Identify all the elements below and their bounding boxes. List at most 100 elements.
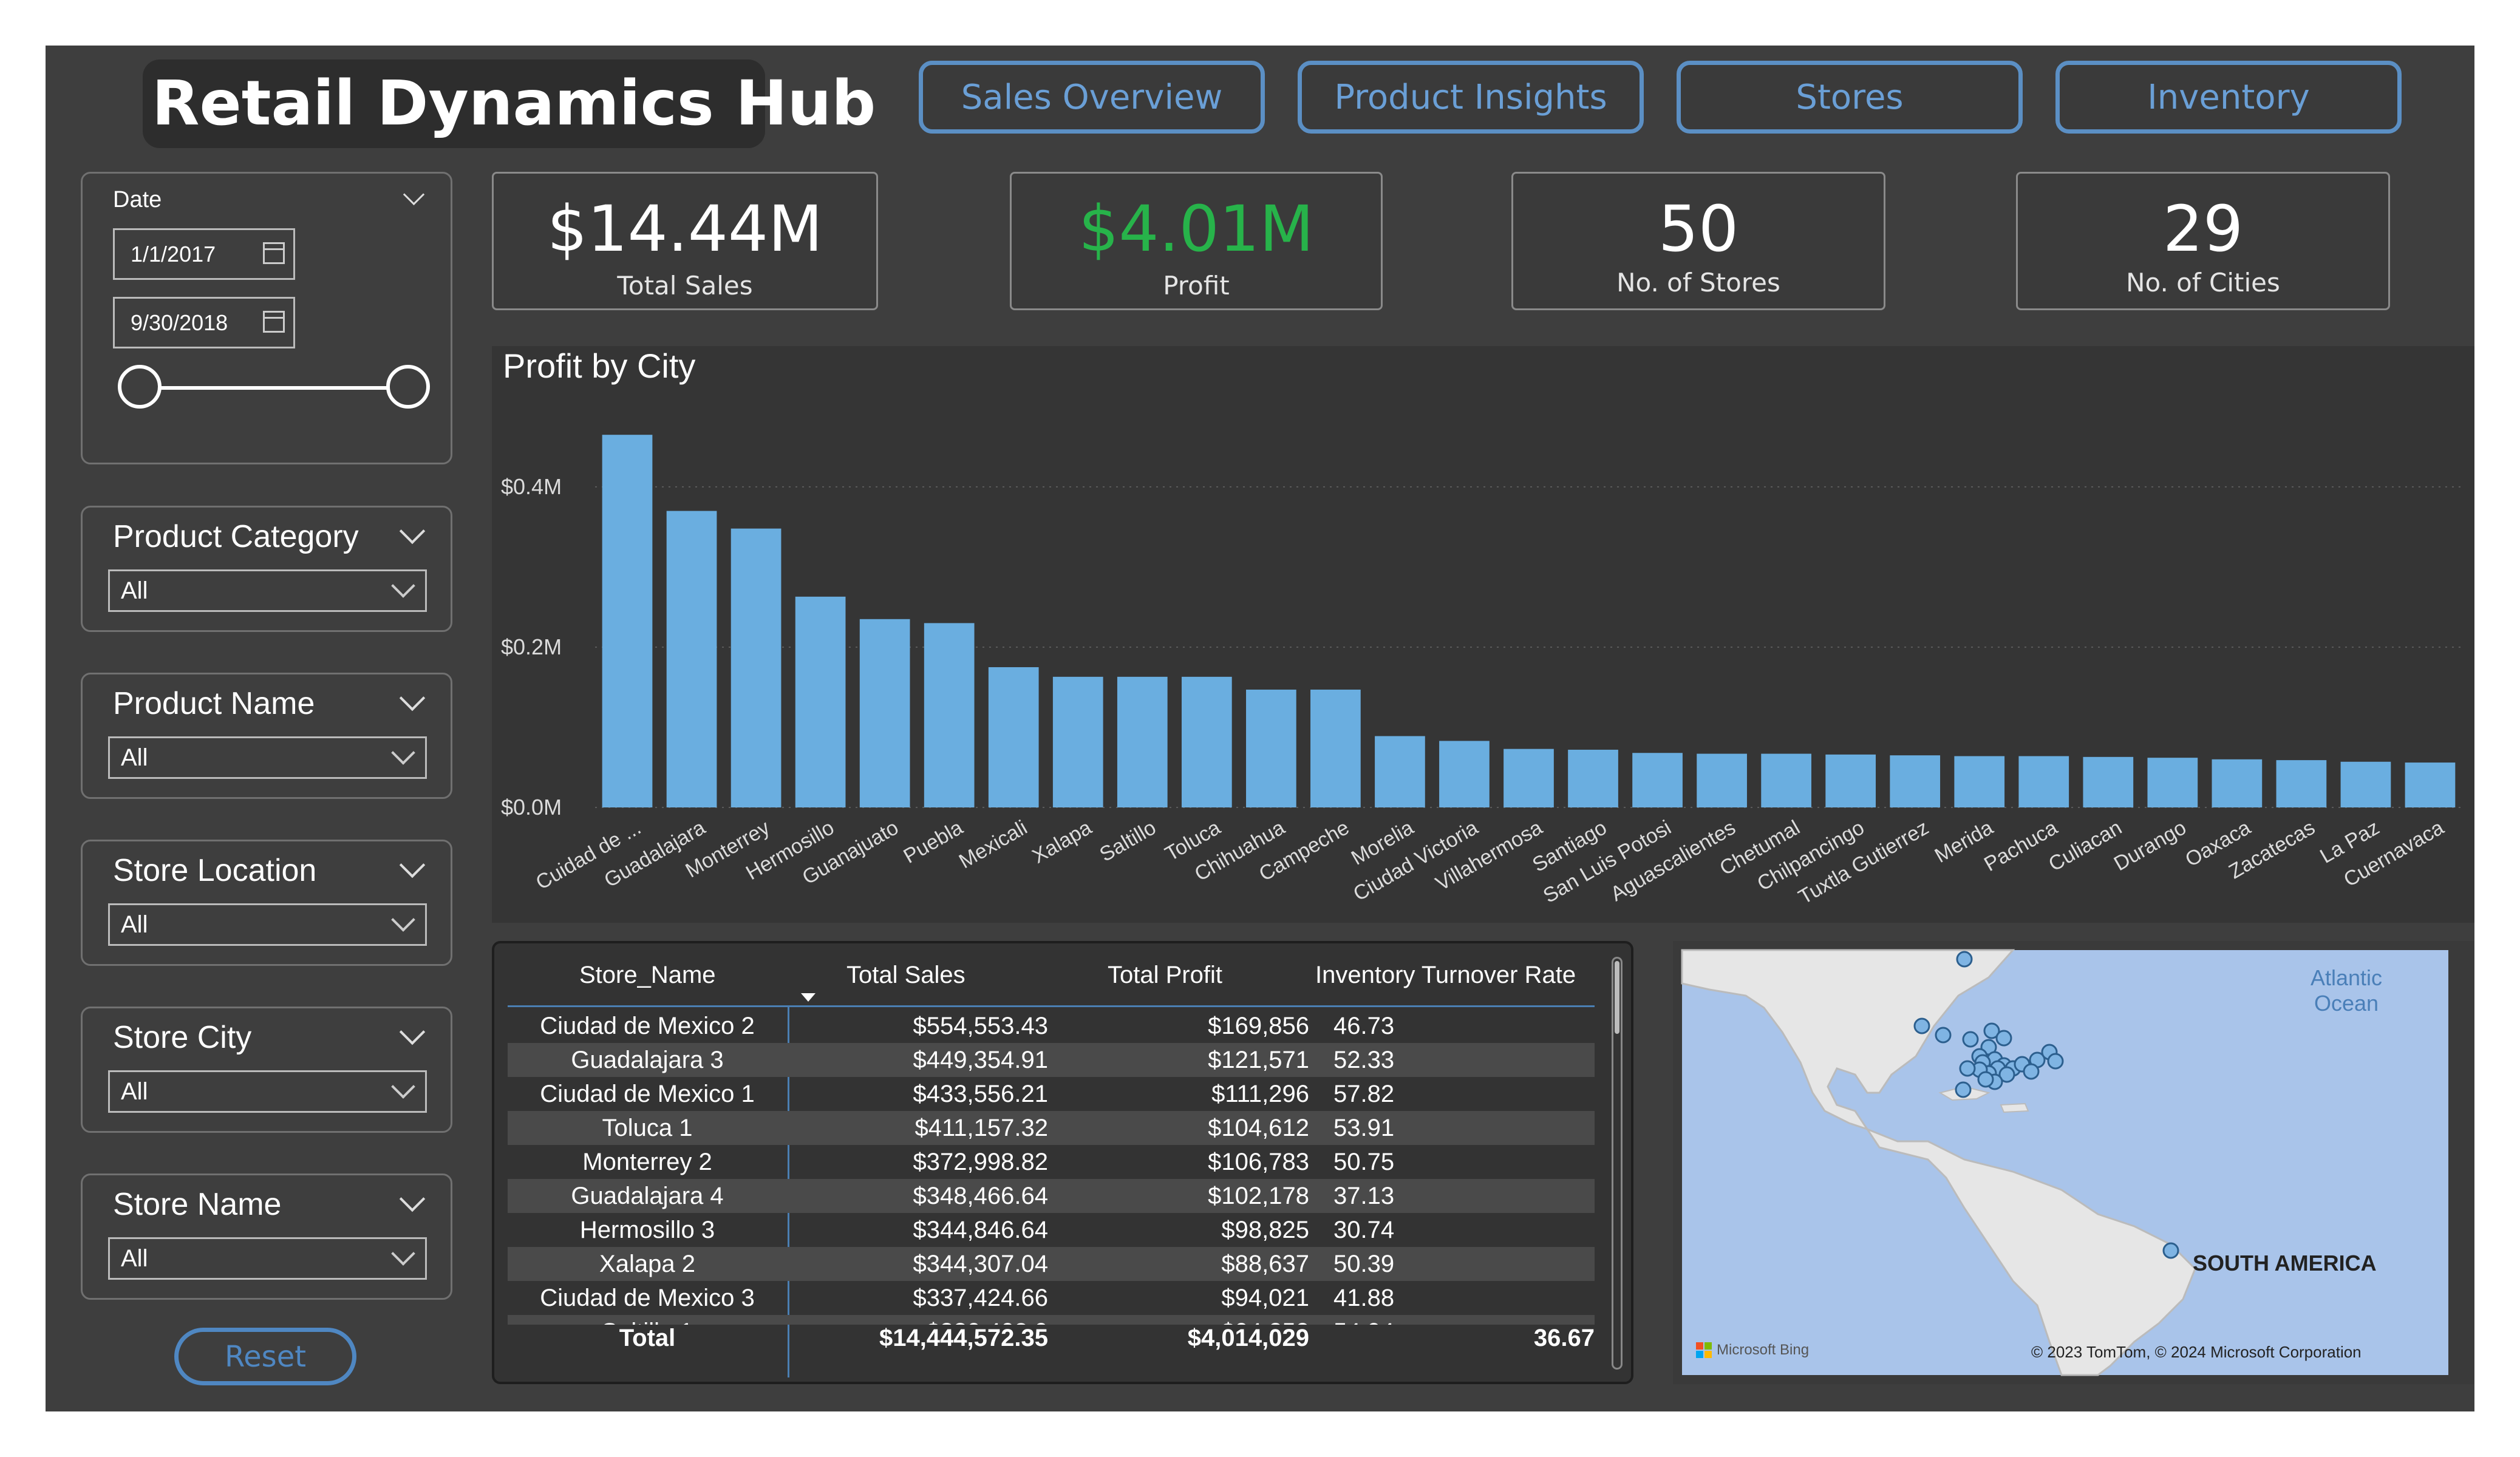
chevron-down-icon[interactable] [399, 685, 426, 712]
store-location-dropdown[interactable]: All [108, 903, 427, 946]
cell-total-profit: $111,296 [1211, 1081, 1309, 1107]
bar[interactable] [1503, 749, 1554, 807]
store-marker[interactable] [2047, 1053, 2064, 1070]
table-row[interactable]: Ciudad de Mexico 2 $554,553.43 $169,856 46.… [508, 1009, 1595, 1043]
table-row[interactable]: Toluca 1 $411,157.32 $104,612 53.91 [508, 1111, 1595, 1145]
kpi-cities-label: No. of Cities [2126, 268, 2280, 297]
store-map[interactable]: Atlantic Ocean SOUTH AMERICA Microsoft B… [1673, 941, 2474, 1384]
chevron-down-icon [391, 741, 415, 765]
date-start-input[interactable]: 1/1/2017 [113, 228, 295, 280]
sort-desc-icon[interactable] [801, 993, 816, 1002]
col-header-total-sales[interactable]: Total Sales [846, 962, 965, 989]
cell-total-profit: $121,571 [1208, 1047, 1309, 1073]
bar[interactable] [1310, 689, 1361, 807]
product-name-dropdown[interactable]: All [108, 736, 427, 779]
store-marker[interactable] [1955, 1081, 1972, 1098]
table-row[interactable]: Xalapa 2 $344,307.04 $88,637 50.39 [508, 1247, 1595, 1281]
bar[interactable] [2083, 756, 2134, 807]
bar[interactable] [1568, 749, 1618, 807]
bar[interactable] [2405, 762, 2456, 807]
store-marker[interactable] [1935, 1027, 1952, 1044]
nav-stores-button[interactable]: Stores [1677, 61, 2023, 134]
bar[interactable] [730, 528, 782, 807]
bar[interactable] [988, 667, 1039, 807]
total-label: Total [619, 1325, 676, 1351]
cell-store-name: Ciudad de Mexico 2 [540, 1013, 755, 1039]
chevron-down-icon[interactable] [399, 518, 426, 545]
bar[interactable] [1825, 754, 1876, 807]
bar[interactable] [2018, 756, 2069, 807]
date-end-input[interactable]: 9/30/2018 [113, 297, 295, 348]
store-marker[interactable] [1995, 1030, 2012, 1047]
nav-product-insights-button[interactable]: Product Insights [1298, 61, 1644, 134]
bar[interactable] [924, 623, 975, 807]
store-name-dropdown[interactable]: All [108, 1237, 427, 1280]
cell-total-profit: $102,178 [1208, 1183, 1309, 1209]
product-name-slicer: Product Name All [81, 673, 452, 799]
product-category-dropdown[interactable]: All [108, 569, 427, 612]
calendar-icon[interactable] [263, 311, 285, 333]
cell-total-profit: $94,021 [1221, 1285, 1309, 1311]
bar[interactable] [2340, 761, 2391, 807]
reset-button[interactable]: Reset [174, 1328, 356, 1385]
cell-store-name: Xalapa 2 [599, 1251, 695, 1277]
table-row[interactable]: Ciudad de Mexico 3 $337,424.66 $94,021 41.8… [508, 1281, 1595, 1315]
bar[interactable] [1890, 755, 1941, 807]
store-marker[interactable] [1956, 951, 1973, 968]
store-marker[interactable] [2023, 1063, 2040, 1080]
store-marker[interactable] [2162, 1242, 2179, 1259]
col-header-store-name[interactable]: Store_Name [579, 962, 716, 989]
table-row[interactable]: Monterrey 2 $372,998.82 $106,783 50.75 [508, 1145, 1595, 1179]
bar[interactable] [2212, 759, 2263, 807]
nav-sales-overview-button[interactable]: Sales Overview [919, 61, 1265, 134]
bar[interactable] [666, 511, 717, 807]
date-range-start-handle[interactable] [118, 365, 162, 409]
product-category-slicer: Product Category All [81, 506, 452, 632]
product-name-value: All [121, 744, 148, 771]
col-header-inventory-turnover[interactable]: Inventory Turnover Rate [1315, 962, 1576, 989]
cell-turnover-rate: 37.13 [1333, 1183, 1395, 1209]
chevron-down-icon[interactable] [399, 1186, 426, 1212]
chevron-down-icon[interactable] [399, 1019, 426, 1045]
bar[interactable] [1181, 676, 1232, 807]
bar[interactable] [795, 596, 846, 807]
date-range-end-handle[interactable] [386, 365, 430, 409]
store-city-dropdown[interactable]: All [108, 1070, 427, 1113]
bar[interactable] [1375, 736, 1425, 807]
bar[interactable] [1246, 689, 1296, 807]
map-ocean-label-line-1: Atlantic [2311, 965, 2383, 990]
store-marker[interactable] [1959, 1060, 1976, 1077]
x-tick-label: Durango [2110, 816, 2190, 875]
map-ocean-label-line-2: Ocean [2314, 991, 2379, 1016]
store-marker[interactable] [1913, 1017, 1930, 1034]
bar[interactable] [1052, 676, 1103, 807]
bar[interactable] [602, 435, 653, 807]
store-marker[interactable] [1977, 1071, 1994, 1088]
cell-store-name: Toluca 1 [602, 1115, 693, 1141]
bar[interactable] [1117, 676, 1168, 807]
chevron-down-icon[interactable] [399, 852, 426, 878]
table-body: Ciudad de Mexico 2 $554,553.43 $169,856 46.… [494, 1009, 1606, 1325]
nav-inventory-button[interactable]: Inventory [2055, 61, 2402, 134]
kpi-total-sales-label: Total Sales [617, 271, 753, 301]
bar[interactable] [1439, 741, 1490, 807]
table-scrollbar[interactable] [1612, 957, 1623, 1370]
bar[interactable] [1954, 756, 2005, 807]
bar[interactable] [1697, 753, 1747, 807]
bar[interactable] [2276, 760, 2327, 807]
store-marker[interactable] [1962, 1031, 1979, 1048]
table-row[interactable]: Ciudad de Mexico 1 $433,556.21 $111,296 57.… [508, 1077, 1595, 1111]
bar[interactable] [2147, 758, 2198, 807]
table-row[interactable]: Hermosillo 3 $344,846.64 $98,825 30.74 [508, 1213, 1595, 1247]
bar[interactable] [1632, 753, 1683, 807]
table-row[interactable]: Guadalajara 4 $348,466.64 $102,178 37.13 [508, 1179, 1595, 1213]
bar[interactable] [859, 619, 910, 807]
calendar-icon[interactable] [263, 242, 285, 264]
cell-total-sales: $372,998.82 [913, 1149, 1048, 1175]
table-scrollbar-thumb[interactable] [1615, 961, 1619, 1034]
col-header-total-profit[interactable]: Total Profit [1108, 962, 1222, 989]
bar[interactable] [1761, 753, 1811, 807]
date-slicer-chevron-icon[interactable] [403, 183, 425, 206]
map-attribution: © 2023 TomTom, © 2024 Microsoft Corporat… [2031, 1343, 2362, 1361]
table-row[interactable]: Guadalajara 3 $449,354.91 $121,571 52.33 [508, 1043, 1595, 1077]
